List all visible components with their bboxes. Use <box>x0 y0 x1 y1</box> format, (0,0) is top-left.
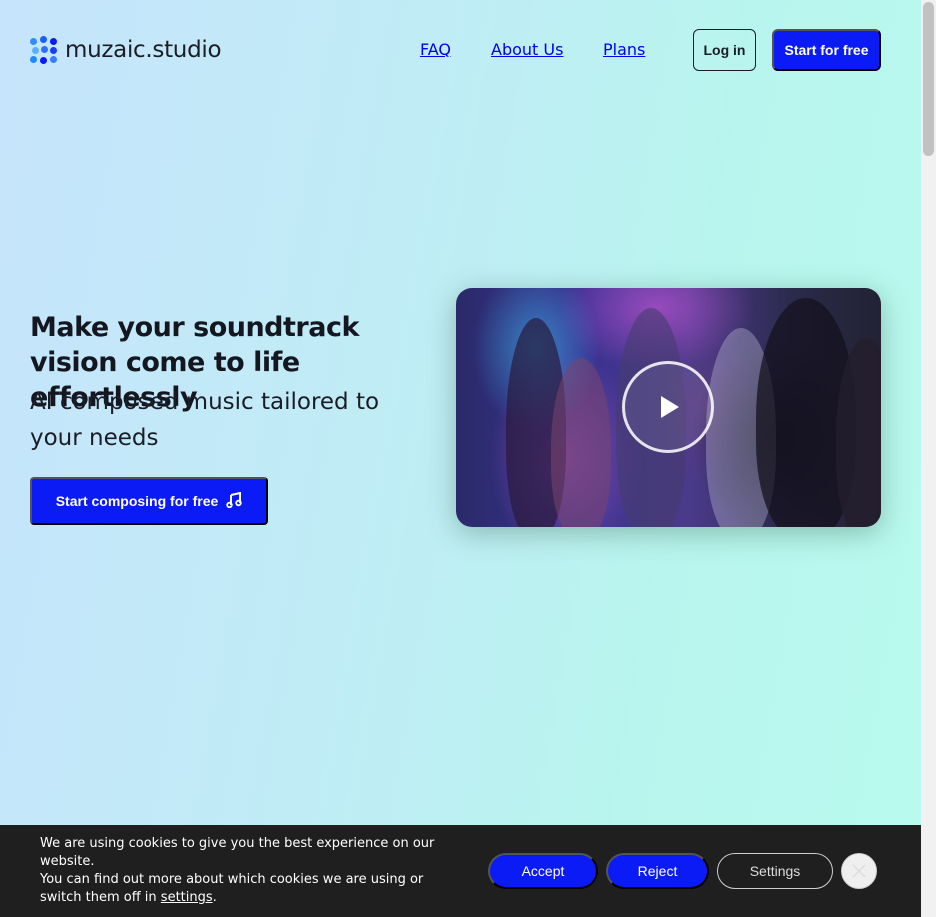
cookie-message-line1: We are using cookies to give you the bes… <box>40 836 435 869</box>
cookie-settings-link[interactable]: settings <box>161 890 213 905</box>
promo-video[interactable] <box>456 288 881 527</box>
logo[interactable]: muzaic.studio <box>30 36 222 64</box>
hero-subtitle: AI composed music tailored to your needs <box>30 389 380 451</box>
cookie-message-period: . <box>212 890 217 905</box>
start-free-button[interactable]: Start for free <box>772 29 881 71</box>
scrollbar-thumb[interactable] <box>923 2 934 156</box>
cookie-accept-button[interactable]: Accept <box>488 853 598 889</box>
close-icon[interactable] <box>841 853 877 889</box>
play-icon[interactable] <box>622 361 714 453</box>
page: muzaic.studio FAQ About Us Plans Log in … <box>0 0 921 917</box>
start-composing-label: Start composing for free <box>55 493 219 509</box>
cookie-settings-button[interactable]: Settings <box>717 853 833 889</box>
cookie-message: We are using cookies to give you the bes… <box>40 835 450 907</box>
cookie-reject-button[interactable]: Reject <box>606 853 709 889</box>
scrollbar[interactable] <box>921 0 936 917</box>
logo-text: muzaic.studio <box>65 37 222 63</box>
cookie-message-line2-text: You can find out more about which cookie… <box>40 872 424 905</box>
start-composing-button[interactable]: Start composing for free <box>30 477 268 525</box>
video-figure <box>551 358 611 527</box>
music-note-icon <box>226 491 242 511</box>
logo-icon <box>30 36 58 64</box>
nav-faq[interactable]: FAQ <box>420 40 451 59</box>
cookie-message-line2: You can find out more about which cookie… <box>40 871 450 907</box>
nav-plans[interactable]: Plans <box>603 40 645 59</box>
nav-about-us[interactable]: About Us <box>491 40 563 59</box>
cookie-banner: We are using cookies to give you the bes… <box>0 825 921 917</box>
login-button[interactable]: Log in <box>693 29 756 71</box>
